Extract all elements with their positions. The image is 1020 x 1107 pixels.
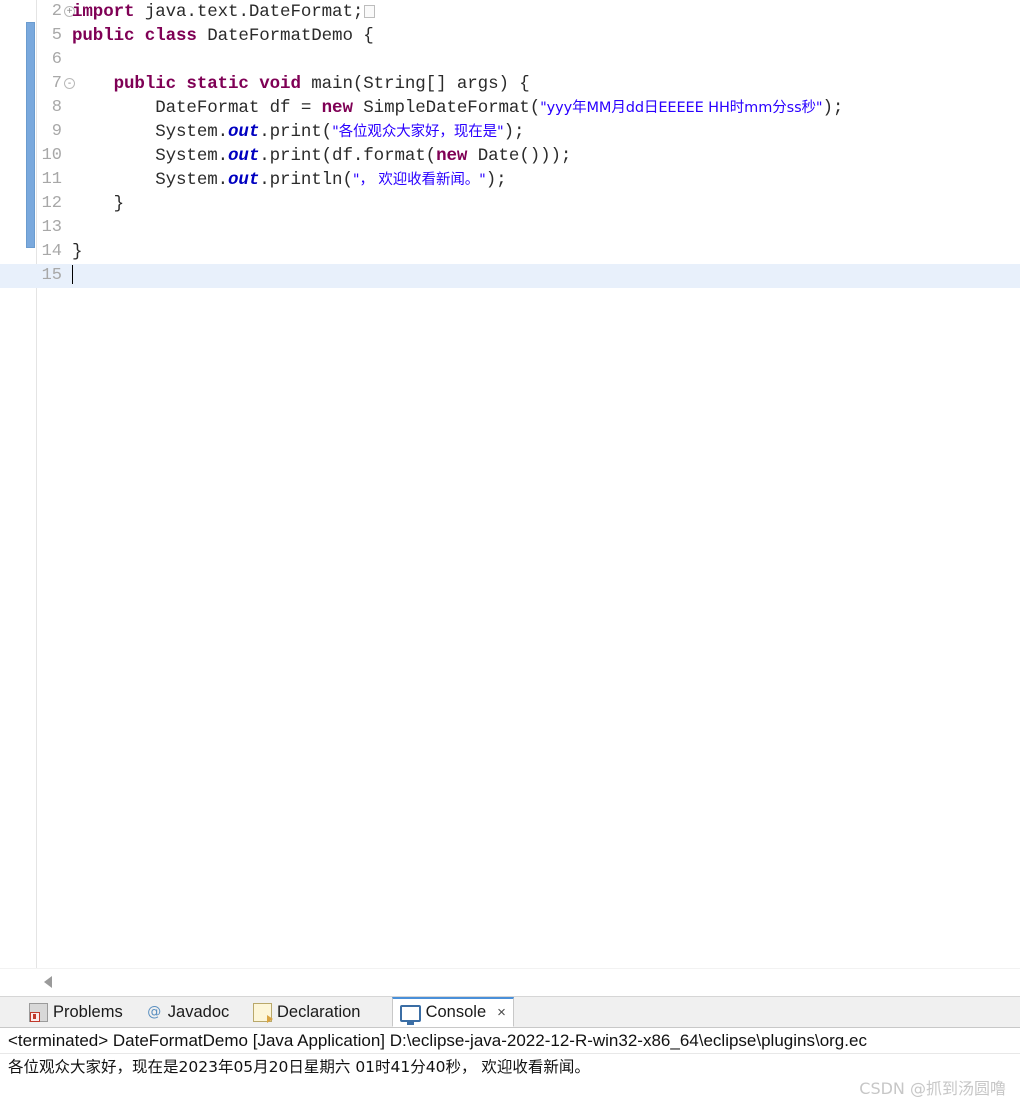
code-token: SimpleDateFormat(	[352, 98, 541, 118]
code-line[interactable]: 5 public class DateFormatDemo {	[0, 24, 1020, 48]
editor-horizontal-scrollbar[interactable]	[0, 968, 1020, 997]
code-line[interactable]: 2 + import java.text.DateFormat;	[0, 0, 1020, 24]
code-line-text: import java.text.DateFormat;	[72, 0, 376, 24]
tab-label: Problems	[53, 1002, 123, 1021]
close-icon[interactable]: ×	[497, 1004, 506, 1021]
console-icon	[399, 1004, 421, 1025]
code-token: java.text.DateFormat;	[134, 2, 364, 22]
code-token: .println(	[259, 170, 353, 190]
tab-label: Console	[425, 1003, 487, 1021]
view-tab-bar[interactable]: Problems @ Javadoc Declaration Console ×	[0, 997, 1020, 1028]
line-number: 14	[41, 242, 62, 261]
code-token: .print(df.format(	[259, 146, 437, 166]
code-token: System.	[72, 122, 229, 142]
triangle-left-icon[interactable]	[44, 976, 52, 988]
code-token: DateFormatDemo {	[196, 26, 374, 46]
tab-problems[interactable]: Problems	[22, 997, 130, 1027]
code-token: "， 欢迎收看新闻。"	[352, 172, 486, 188]
csdn-watermark: CSDN @抓到汤圆噜	[859, 1079, 1006, 1098]
tab-label: Declaration	[277, 1002, 361, 1021]
code-line[interactable]: 15	[0, 264, 1020, 288]
problems-icon	[29, 1002, 48, 1022]
code-line-text: }	[72, 192, 125, 216]
code-token: }	[72, 194, 125, 214]
code-token: new	[436, 146, 468, 166]
code-line[interactable]: 8 DateFormat df = new SimpleDateFormat("…	[0, 96, 1020, 120]
code-line[interactable]: 6	[0, 48, 1020, 72]
code-token: Date()));	[467, 146, 572, 166]
console-launch-header: <terminated> DateFormatDemo [Java Applic…	[0, 1028, 1020, 1054]
code-line[interactable]: 10 System.out.print(df.format(new Date()…	[0, 144, 1020, 168]
code-line-text: System.out.print(df.format(new Date()));	[72, 144, 571, 168]
code-token: out	[228, 170, 260, 190]
line-number: 5	[51, 26, 62, 45]
bottom-view-panel: Problems @ Javadoc Declaration Console × <ter…	[0, 996, 1020, 1107]
code-line-text: System.out.println("， 欢迎收看新闻。");	[72, 168, 507, 192]
code-token: System.	[72, 170, 229, 190]
code-line[interactable]: 7- public static void main(String[] args…	[0, 72, 1020, 96]
code-token: "各位观众大家好，现在是"	[332, 124, 504, 140]
code-token: );	[485, 170, 507, 190]
javadoc-icon: @	[147, 1003, 162, 1020]
code-line-text: }	[72, 240, 83, 264]
code-token: );	[822, 98, 844, 118]
line-number: 2	[51, 2, 62, 21]
code-line[interactable]: 11 System.out.println("， 欢迎收看新闻。");	[0, 168, 1020, 192]
line-number: 6	[51, 50, 62, 69]
code-line[interactable]: 9 System.out.print("各位观众大家好，现在是");	[0, 120, 1020, 144]
java-code-editor[interactable]: 2 + import java.text.DateFormat; 5 public cl…	[0, 0, 1020, 968]
line-number: 10	[41, 146, 62, 165]
code-token: main(String[] args) {	[300, 74, 530, 94]
code-line-text: public static void main(String[] args) {	[72, 72, 530, 96]
code-token: out	[228, 146, 260, 166]
declaration-icon	[253, 1002, 273, 1023]
code-token: new	[321, 98, 353, 118]
code-token: .print(	[259, 122, 333, 142]
code-line[interactable]: 14}	[0, 240, 1020, 264]
code-line-text	[72, 264, 73, 288]
line-number: 7	[51, 74, 62, 93]
line-number: 11	[41, 170, 62, 189]
code-line-text: DateFormat df = new SimpleDateFormat("yy…	[72, 96, 843, 120]
code-line-text: public class DateFormatDemo {	[72, 24, 374, 48]
line-number: 8	[51, 98, 62, 117]
code-line[interactable]: 12 }	[0, 192, 1020, 216]
code-token: out	[228, 122, 260, 142]
line-number: 15	[41, 266, 62, 285]
code-token: "yyy年MM月dd日EEEEE HH时mm分ss秒"	[540, 100, 823, 116]
tab-declaration[interactable]: Declaration	[246, 997, 367, 1027]
code-line[interactable]: 13	[0, 216, 1020, 240]
line-number: 12	[41, 194, 62, 213]
collapsed-region-icon[interactable]	[364, 5, 376, 18]
line-number: 9	[51, 122, 62, 141]
tab-console[interactable]: Console ×	[391, 997, 514, 1027]
code-token: import	[72, 2, 135, 22]
text-cursor	[72, 265, 73, 284]
code-token: public class	[72, 26, 197, 46]
code-token: System.	[72, 146, 229, 166]
code-token: public static void	[113, 74, 301, 94]
code-line-text: System.out.print("各位观众大家好，现在是");	[72, 120, 524, 144]
scrollbar-track[interactable]	[36, 972, 1020, 994]
line-number: 13	[41, 218, 62, 237]
code-token: DateFormat df =	[72, 98, 322, 118]
code-lines[interactable]: 2 + import java.text.DateFormat; 5 public cl…	[0, 0, 1020, 288]
tab-label: Javadoc	[167, 1002, 230, 1021]
code-token: }	[72, 242, 83, 262]
code-token: );	[503, 122, 525, 142]
tab-javadoc[interactable]: @ Javadoc	[139, 997, 236, 1027]
